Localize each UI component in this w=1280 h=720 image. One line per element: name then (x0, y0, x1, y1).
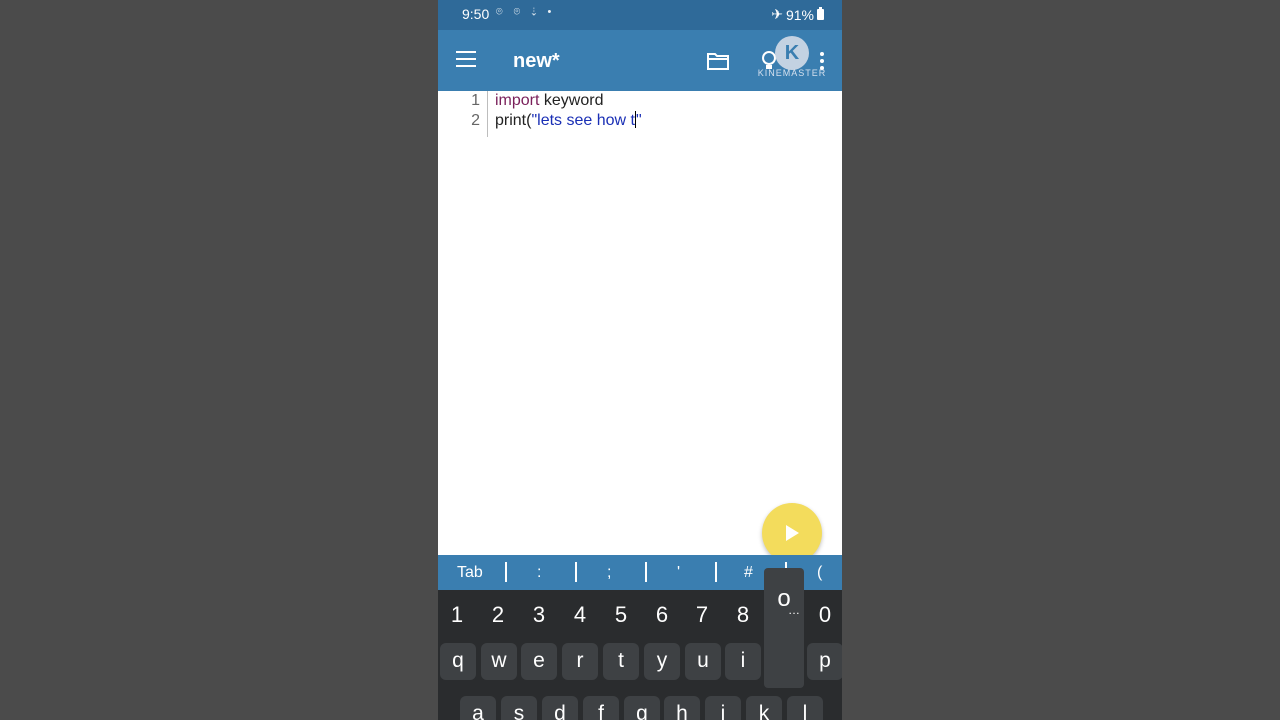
play-icon (786, 525, 799, 541)
key-u[interactable]: u (685, 643, 721, 680)
symbol-separator (645, 562, 647, 582)
gutter-divider (487, 91, 488, 137)
symbol-key-quote[interactable]: ' (677, 564, 680, 582)
menu-icon[interactable] (456, 51, 476, 69)
key-l[interactable]: l (787, 696, 823, 720)
key-0[interactable]: 0 (807, 602, 842, 630)
code-text[interactable]: import keyword (495, 91, 603, 111)
key-j[interactable]: j (705, 696, 741, 720)
status-right: ✈ 91% (771, 6, 824, 23)
kinemaster-logo: K (775, 36, 809, 70)
symbol-key-colon[interactable]: : (537, 564, 541, 582)
key-3[interactable]: 3 (521, 602, 557, 630)
symbol-key-hash[interactable]: # (744, 564, 753, 582)
identifier-token: keyword (539, 92, 604, 109)
key-5[interactable]: 5 (603, 602, 639, 630)
battery-icon (817, 7, 824, 20)
key-w[interactable]: w (481, 643, 517, 680)
kinemaster-text: KINEMASTER (757, 68, 827, 78)
key-p[interactable]: p (807, 643, 842, 680)
key-y[interactable]: y (644, 643, 680, 680)
kinemaster-watermark: K KINEMASTER (757, 36, 827, 86)
key-e[interactable]: e (521, 643, 557, 680)
key-g[interactable]: g (624, 696, 660, 720)
notification-icons: ⌾ ⌾ ⇣ • (496, 6, 556, 18)
key-q[interactable]: q (440, 643, 476, 680)
airplane-icon: ✈ (771, 6, 783, 22)
line-number: 1 (471, 92, 480, 109)
code-text[interactable]: print("lets see how t" (495, 111, 642, 131)
key-8[interactable]: 8 (725, 602, 761, 630)
battery-level: 91% (785, 6, 814, 23)
key-6[interactable]: 6 (644, 602, 680, 630)
key-a[interactable]: a (460, 696, 496, 720)
key-r[interactable]: r (562, 643, 598, 680)
key-preview-popup: o … (764, 568, 804, 688)
run-button[interactable] (762, 503, 822, 563)
line-number: 2 (471, 112, 480, 129)
symbol-key-semicolon[interactable]: ; (607, 564, 611, 582)
folder-icon[interactable] (707, 52, 729, 70)
page-title: new* (513, 50, 560, 72)
app-bar: new* K KINEMASTER (438, 30, 842, 91)
key-h[interactable]: h (664, 696, 700, 720)
key-f[interactable]: f (583, 696, 619, 720)
key-1[interactable]: 1 (439, 602, 475, 630)
key-d[interactable]: d (542, 696, 578, 720)
string-token: "lets see how t (531, 112, 635, 129)
function-token: print( (495, 112, 532, 129)
key-k[interactable]: k (746, 696, 782, 720)
key-i[interactable]: i (725, 643, 761, 680)
symbol-key-paren[interactable]: ( (817, 564, 822, 582)
key-7[interactable]: 7 (684, 602, 720, 630)
string-close-token: " (635, 112, 642, 129)
status-bar: 9:50 ⌾ ⌾ ⇣ • ✈ 91% (438, 0, 842, 30)
symbol-key-tab[interactable]: Tab (457, 564, 483, 582)
key-4[interactable]: 4 (562, 602, 598, 630)
phone-screen: 9:50 ⌾ ⌾ ⇣ • ✈ 91% new* K KINEMASTER 1 i… (438, 0, 842, 720)
symbol-separator (575, 562, 577, 582)
symbol-separator (715, 562, 717, 582)
key-s[interactable]: s (501, 696, 537, 720)
symbol-separator (505, 562, 507, 582)
status-time: 9:50 (462, 6, 490, 22)
key-2[interactable]: 2 (480, 602, 516, 630)
keyword-token: import (495, 92, 540, 109)
code-editor[interactable]: 1 import keyword 2 print("lets see how t… (438, 91, 842, 555)
key-t[interactable]: t (603, 643, 639, 680)
